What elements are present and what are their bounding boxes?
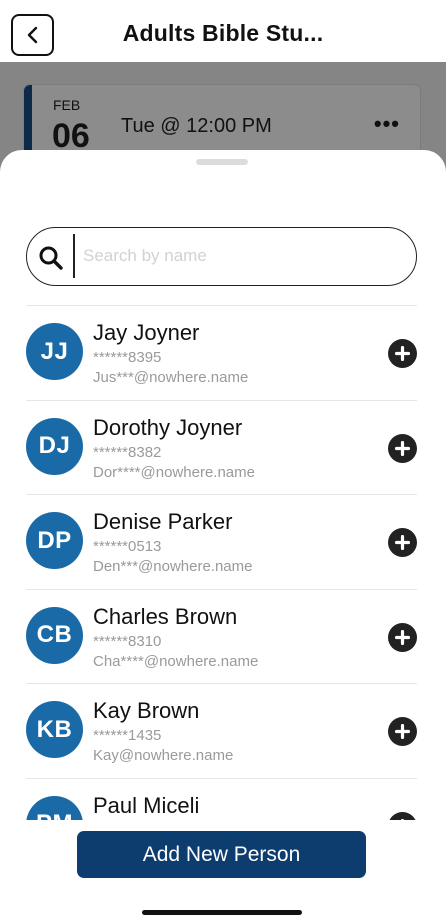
person-name: Charles Brown [93, 603, 238, 629]
plus-icon [395, 724, 410, 739]
add-person-button[interactable] [388, 528, 417, 557]
add-person-button[interactable] [388, 433, 417, 463]
avatar: CB [26, 606, 83, 664]
add-person-button[interactable] [388, 622, 417, 652]
add-person-button[interactable] [388, 811, 417, 820]
person-email: Den***@nowhere.name [93, 558, 253, 575]
person-email: Jus***@nowhere.name [93, 369, 249, 386]
search-input[interactable] [83, 242, 403, 270]
person-email: Dor****@nowhere.name [93, 463, 255, 481]
list-item[interactable]: DP Denise Parker ******0513 Den***@nowhe… [26, 495, 417, 590]
plus-icon [395, 440, 410, 456]
list-item[interactable]: DJ Dorothy Joyner ******8382 Dor****@now… [26, 401, 417, 495]
avatar: DJ [26, 417, 83, 475]
plus-icon [395, 535, 410, 550]
person-phone: ******8382 [93, 443, 162, 461]
person-phone: ******0513 [93, 538, 162, 555]
more-options-icon[interactable]: ••• [374, 111, 400, 137]
app-header: Adults Bible Stu... [0, 0, 446, 62]
avatar: KB [26, 701, 83, 758]
list-item[interactable]: PM Paul Miceli [26, 779, 417, 820]
person-name: Dorothy Joyner [93, 414, 243, 440]
plus-icon [395, 346, 410, 361]
page-title: Adults Bible Stu... [122, 20, 324, 46]
add-new-person-button[interactable]: Add New Person [77, 831, 366, 878]
add-person-button[interactable] [388, 717, 417, 746]
add-person-button[interactable] [388, 339, 417, 368]
person-phone: ******1435 [93, 727, 162, 744]
sheet-drag-handle[interactable] [196, 159, 248, 165]
person-phone: ******8310 [93, 632, 162, 650]
avatar: PM [26, 795, 83, 820]
add-person-sheet: JJ Jay Joyner ******8395 Jus***@nowhere.… [0, 150, 446, 924]
person-name: Kay Brown [93, 698, 200, 723]
avatar: DP [26, 512, 83, 569]
person-email: Kay@nowhere.name [93, 747, 234, 764]
event-month: FEB [53, 97, 81, 113]
search-icon [39, 246, 63, 270]
search-divider [73, 234, 75, 278]
avatar: JJ [26, 323, 83, 380]
home-indicator [142, 910, 302, 915]
people-list: JJ Jay Joyner ******8395 Jus***@nowhere.… [26, 306, 417, 820]
search-bar[interactable] [26, 227, 417, 286]
list-item[interactable]: CB Charles Brown ******8310 Cha****@nowh… [26, 590, 417, 684]
list-item[interactable]: JJ Jay Joyner ******8395 Jus***@nowhere.… [26, 306, 417, 401]
person-name: Paul Miceli [93, 792, 200, 818]
event-time: Tue @ 12:00 PM [121, 115, 272, 137]
person-email: Cha****@nowhere.name [93, 652, 259, 670]
person-name: Jay Joyner [93, 320, 200, 345]
person-phone: ******8395 [93, 349, 162, 366]
person-name: Denise Parker [93, 509, 233, 534]
list-item[interactable]: KB Kay Brown ******1435 Kay@nowhere.name [26, 684, 417, 779]
plus-icon [395, 629, 410, 645]
